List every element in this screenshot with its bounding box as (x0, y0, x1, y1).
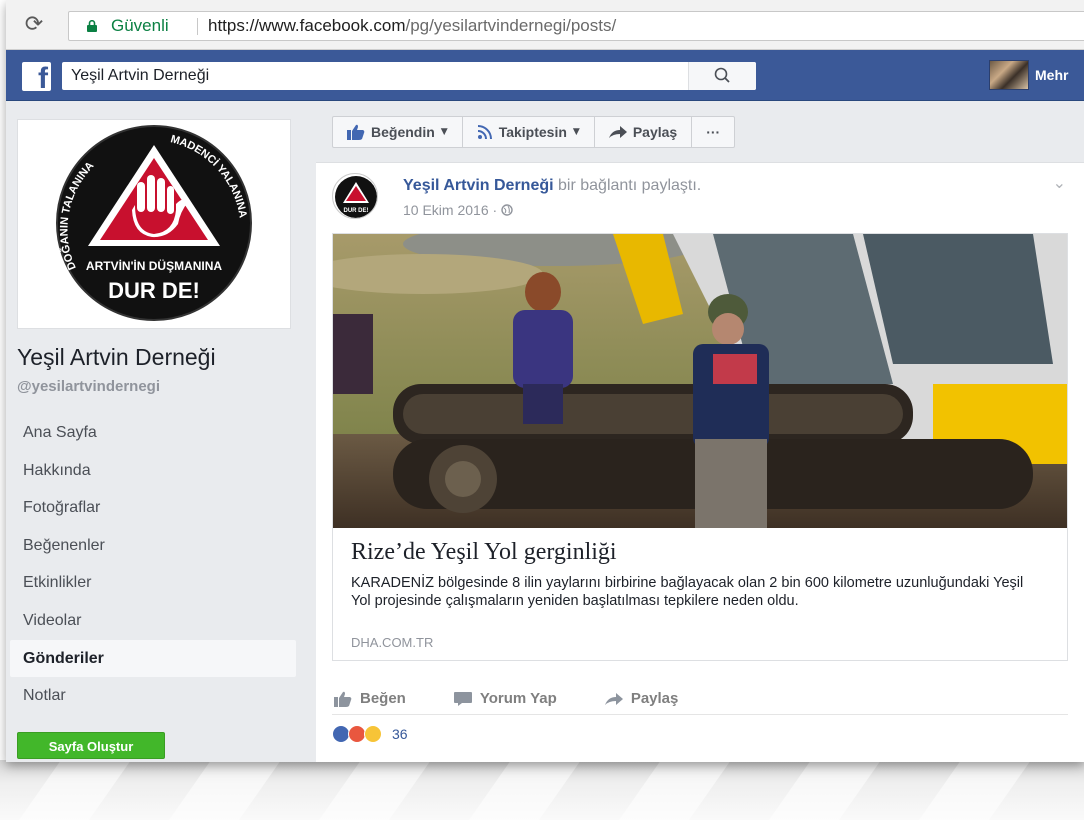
share-arrow-icon (604, 692, 623, 705)
search-button[interactable] (688, 62, 756, 90)
backdrop-stripe (468, 760, 582, 820)
user-name[interactable]: Mehr (1035, 67, 1068, 83)
post-action-text: bir bağlantı paylaştı. (558, 177, 702, 194)
search-icon (714, 67, 730, 83)
following-button[interactable]: Takiptesin ▼ (463, 117, 595, 147)
post-author-link[interactable]: Yeşil Artvin Derneği (403, 177, 554, 194)
post-card: DUR DE! Yeşil Artvin Derneği bir bağlant… (316, 162, 1084, 762)
following-label: Takiptesin (498, 124, 567, 140)
reactions-summary[interactable]: 36 (332, 725, 408, 743)
globe-icon (501, 204, 513, 216)
nav-item-home[interactable]: Ana Sayfa (10, 414, 296, 452)
share-label: Paylaş (630, 690, 679, 707)
facebook-topbar: f Yeşil Artvin Derneği Mehr (6, 50, 1084, 101)
backdrop-stripe (168, 760, 282, 820)
liked-label: Beğendin (371, 124, 435, 140)
user-avatar[interactable] (989, 60, 1029, 90)
like-button[interactable]: Beğen (334, 683, 406, 714)
like-label: Beğen (360, 690, 406, 707)
facebook-logo[interactable]: f (22, 62, 51, 91)
nav-item-videos[interactable]: Videolar (10, 602, 296, 640)
nav-item-posts[interactable]: Gönderiler (10, 639, 296, 678)
more-button[interactable]: ··· (692, 117, 734, 147)
secure-label: Güvenli (111, 16, 169, 35)
nav-item-photos[interactable]: Fotoğraflar (10, 489, 296, 527)
liked-button[interactable]: Beğendin ▼ (333, 117, 463, 147)
create-page-button[interactable]: Sayfa Oluştur (17, 732, 165, 759)
logo-text-bottom: DUR DE! (108, 278, 200, 303)
rss-icon (477, 125, 492, 140)
post-options-chevron-icon[interactable]: ⌄ (1053, 173, 1066, 192)
backdrop-stripe (318, 760, 432, 820)
caret-down-icon: ▼ (440, 127, 448, 137)
excavator-scene (333, 234, 1067, 528)
page-profile-picture[interactable]: DOĞANIN TALANINA MADENCİ YALANINA ARTVİN… (17, 119, 291, 329)
url-text[interactable]: https://www.facebook.com/pg/yesilartvind… (208, 12, 616, 40)
page-action-bar: Beğendin ▼ Takiptesin ▼ Paylaş ··· (332, 116, 736, 148)
thumbs-up-icon (334, 691, 352, 707)
post-date-text: 10 Ekim 2016 · (403, 202, 498, 218)
sad-reaction-icon (364, 725, 382, 743)
link-domain: DHA.COM.TR (351, 635, 434, 650)
caret-down-icon: ▼ (572, 127, 580, 137)
post-author-avatar[interactable]: DUR DE! (332, 173, 378, 219)
link-title[interactable]: Rize’de Yeşil Yol gerginliği (351, 539, 617, 566)
page-logo: DOĞANIN TALANINA MADENCİ YALANINA ARTVİN… (54, 123, 254, 323)
page-handle[interactable]: @yesilartvindernegi (17, 378, 160, 395)
nav-item-likes[interactable]: Beğenenler (10, 527, 296, 565)
browser-toolbar: ⟳ Güvenli https://www.facebook.com/pg/ye… (6, 0, 1084, 50)
page-nav: Ana Sayfa Hakkında Fotoğraflar Beğenenle… (10, 414, 296, 715)
comment-icon (453, 691, 472, 706)
post-action-row: Beğen Yorum Yap Paylaş (332, 683, 1068, 715)
share-arrow-icon (608, 126, 627, 138)
reload-icon[interactable]: ⟳ (22, 13, 46, 37)
backdrop-stripe (768, 760, 882, 820)
backdrop-stripe (18, 760, 132, 820)
address-separator (197, 18, 198, 35)
comment-label: Yorum Yap (479, 690, 557, 707)
reaction-count[interactable]: 36 (392, 726, 408, 742)
link-description: KARADENİZ bölgesinde 8 ilin yaylarını bi… (351, 575, 1024, 609)
backdrop-stripe (618, 760, 732, 820)
url-path: /pg/yesilartvindernegi/posts/ (405, 16, 617, 35)
backdrop-stripe (918, 760, 1032, 820)
nav-item-about[interactable]: Hakkında (10, 452, 296, 490)
page-sidebar: DOĞANIN TALANINA MADENCİ YALANINA ARTVİN… (6, 101, 306, 762)
url-host: https://www.facebook.com (208, 16, 406, 35)
logo-text-middle: ARTVİN'İN DÜŞMANINA (86, 258, 223, 273)
nav-item-notes[interactable]: Notlar (10, 677, 296, 715)
post-header: Yeşil Artvin Derneği bir bağlantı paylaş… (403, 177, 701, 195)
post-avatar-text: DUR DE! (344, 208, 369, 214)
link-preview-image[interactable] (333, 234, 1067, 528)
browser-window: ⟳ Güvenli https://www.facebook.com/pg/ye… (6, 0, 1084, 762)
page-title[interactable]: Yeşil Artvin Derneği (17, 344, 216, 371)
address-bar[interactable]: Güvenli https://www.facebook.com/pg/yesi… (68, 11, 1084, 41)
lock-icon (87, 20, 97, 32)
share-page-label: Paylaş (632, 124, 678, 140)
backdrop (0, 760, 1084, 820)
post-avatar-logo: DUR DE! (335, 176, 377, 218)
share-page-button[interactable]: Paylaş (595, 117, 693, 147)
post-timestamp[interactable]: 10 Ekim 2016 · (403, 202, 513, 218)
comment-button[interactable]: Yorum Yap (453, 683, 557, 714)
share-button[interactable]: Paylaş (604, 683, 679, 714)
search-input[interactable]: Yeşil Artvin Derneği (62, 62, 756, 90)
link-preview[interactable]: Rize’de Yeşil Yol gerginliği KARADENİZ b… (332, 233, 1068, 661)
thumbs-up-icon (347, 124, 365, 140)
nav-item-events[interactable]: Etkinlikler (10, 564, 296, 602)
